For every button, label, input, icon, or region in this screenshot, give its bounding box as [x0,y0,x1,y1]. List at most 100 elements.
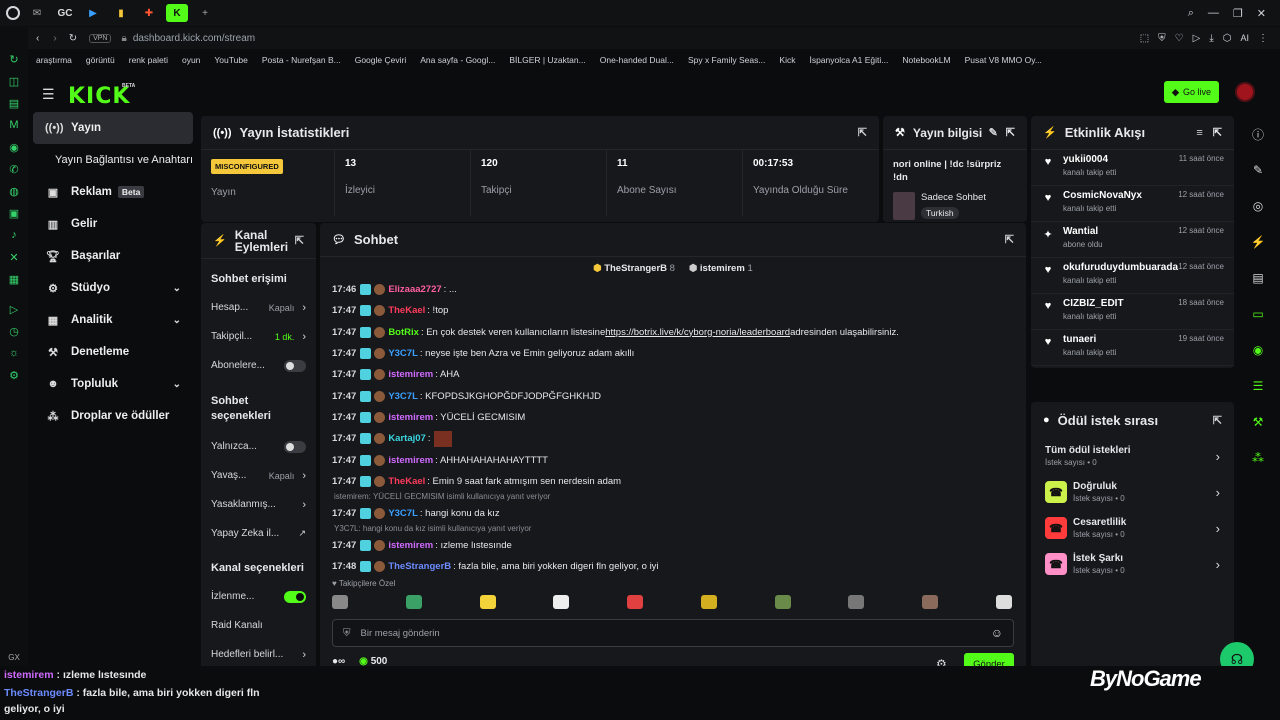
bookmark-item[interactable]: Google Çeviri [355,55,407,65]
chat-link[interactable]: https://botrix.live/k/cyborg-noria/leade… [605,327,790,338]
toggle-switch[interactable] [284,359,306,372]
tab-mail-icon[interactable]: ✉ [26,4,48,22]
chat-message[interactable]: 17:47 TheKael: Emin 9 saat fark atmışım s… [332,471,1014,492]
sidebar-x-icon[interactable]: ✕ [0,246,28,268]
bookmark-item[interactable]: NotebookLM [902,55,950,65]
activity-item[interactable]: ♥ tunaeri kanalı takip etti 19 saat önce [1031,330,1234,366]
sidebar-lightbulb-icon[interactable]: ☼ [0,342,28,364]
sidebar-instagram-icon[interactable]: ▣ [0,202,28,224]
menu-icon[interactable]: ⋮ [1258,33,1268,44]
bookmark-item[interactable]: One-handed Dual... [600,55,674,65]
wrench-icon[interactable]: ⚒ [1236,404,1280,440]
bookmark-item[interactable]: Spy x Family Seas... [688,55,765,65]
actions-row[interactable]: Abonelere... [201,351,316,380]
chat-username[interactable]: Y3C7L [388,348,418,359]
sidebar-player-icon[interactable]: ▷ [0,298,28,320]
bookmark-item[interactable]: İspanyolca A1 Eğiti... [809,55,888,65]
chat-username[interactable]: BotRix [388,327,419,338]
tab-gc[interactable]: GC [54,4,76,22]
chat-message[interactable]: 17:47 Y3C7L: neyse işte ben Azra ve Emin … [332,343,1014,364]
sidebar-refresh-icon[interactable]: ↻ [0,48,28,70]
sidebar-settings-icon[interactable]: ⚙ [0,364,28,386]
bookmark-item[interactable]: BİLGER | Uzaktan... [509,55,585,65]
chat-username[interactable]: Elizaaa2727 [388,284,441,295]
chat-message[interactable]: 17:47 BotRix: En çok destek veren kullanı… [332,322,1014,343]
emote-icon[interactable] [405,595,422,609]
top-chatter-1[interactable]: ⬢ TheStrangerB 8 [593,263,675,274]
popout-icon[interactable]: ⇱ [295,234,304,247]
popout-icon[interactable]: ⇱ [1005,233,1014,246]
edit-icon[interactable]: ✎ [989,126,998,139]
actions-row[interactable]: İzlenme... [201,582,316,611]
nav-item[interactable]: ▦ Analitik ⌄ [33,304,193,336]
sidebar-bag-icon[interactable]: ◫ [0,70,28,92]
chat-username[interactable]: istemirem [388,412,433,423]
chat-username[interactable]: Kartaj07 [388,433,426,444]
sidebar-news-icon[interactable]: ▤ [0,92,28,114]
document-icon[interactable]: ▤ [1236,260,1280,296]
emote-icon[interactable] [553,595,570,609]
restore-icon[interactable]: ❐ [1233,7,1243,20]
lightning-icon[interactable]: ⚡ [1236,224,1280,260]
chat-message[interactable]: 17:47 istemirem: ızleme lıstesınde [332,536,1014,556]
activity-item[interactable]: ♥ okufuruduydumbuarada kanalı takip etti 12… [1031,258,1234,294]
back-icon[interactable]: ‹ [36,33,39,44]
reward-item[interactable]: ☎ Cesaretlilik İstek sayısı • 0 › [1031,510,1234,546]
sidebar-history-icon[interactable]: ◷ [0,320,28,342]
popout-icon[interactable]: ⇱ [1213,126,1222,139]
activity-item[interactable]: ♥ CIZBIZ_EDIT kanalı takip etti 18 saat önc… [1031,294,1234,330]
nav-item[interactable]: ⁂ Droplar ve ödüller [33,400,193,432]
language-tag[interactable]: Turkish [921,207,959,219]
emote-icon[interactable] [995,595,1012,609]
chat-icon[interactable]: ▭ [1236,296,1280,332]
emote-icon[interactable] [922,595,939,609]
actions-row[interactable]: Takipçil... 1 dk. › [201,322,316,351]
chat-message[interactable]: 17:47 istemirem: YÜCELİ GECMISIM [332,407,1014,428]
emote-icon[interactable] [848,595,865,609]
emoji-icon[interactable]: ☺ [991,626,1003,640]
toggle-switch[interactable] [284,590,306,603]
nav-item[interactable]: ☻ Topluluk ⌄ [33,368,193,400]
category-name[interactable]: Sadece Sohbet [921,192,986,203]
ai-button[interactable]: AI [1240,33,1249,44]
bookmark-item[interactable]: Posta - Nurefşan B... [262,55,341,65]
chat-message[interactable]: 17:47 Y3C7L: KFOPDSJKGHOPĞDFJODPĞFGHKHJD [332,385,1014,406]
actions-row[interactable]: Yasaklanmış... › [201,490,316,519]
pencil-icon[interactable]: ✎ [1236,152,1280,188]
popout-icon[interactable]: ⇱ [1213,414,1222,427]
sidebar-whatsapp-icon[interactable]: ✆ [0,158,28,180]
reload-icon[interactable]: ↻ [69,33,77,44]
bookmark-item[interactable]: YouTube [214,55,247,65]
vpn-badge[interactable]: VPN [89,33,112,43]
nav-item[interactable]: ▥ Gelir [33,208,193,240]
actions-row[interactable]: Raid Kanalı [201,611,316,640]
reward-item[interactable]: Tüm ödül istekleri İstek sayısı • 0 › [1031,438,1234,474]
tab-play-icon[interactable]: ▶ [82,4,104,22]
category-thumbnail[interactable] [893,192,915,220]
close-icon[interactable]: ✕ [1257,7,1266,20]
nav-item[interactable]: 🏆︎ Başarılar [33,240,193,272]
actions-row[interactable]: Hesap... Kapalı › [201,293,316,322]
chat-input[interactable]: ⛨ Bir mesaj gönderin ☺ [332,619,1014,647]
download-icon[interactable]: ⤓ [1209,33,1213,44]
emote-icon[interactable] [332,595,348,609]
toggle-switch[interactable] [284,440,306,453]
actions-row[interactable]: Yapay Zeka il... ↗ [201,519,316,548]
filter-icon[interactable]: ≡ [1196,127,1202,139]
bookmark-item[interactable]: araştırma [36,55,72,65]
chat-message[interactable]: 17:47 TheKael: !top [332,300,1014,321]
heart-icon[interactable]: ♡ [1175,33,1184,44]
chat-username[interactable]: istemirem [388,540,433,551]
chat-message[interactable]: 17:47 Kartaj07: [332,428,1014,449]
nav-item[interactable]: ⚙ Stüdyo ⌄ [33,272,193,304]
nav-item[interactable]: ⚒ Denetleme [33,336,193,368]
reward-item[interactable]: ☎ Doğruluk İstek sayısı • 0 › [1031,474,1234,510]
search-icon[interactable]: ⌕ [1188,7,1194,20]
chat-username[interactable]: istemirem [388,369,433,380]
forward-icon[interactable]: › [53,33,56,44]
activity-item[interactable]: ♥ yukii0004 kanalı takip etti 11 saat önce [1031,150,1234,186]
bookmark-item[interactable]: oyun [182,55,200,65]
camera-icon[interactable]: ◎ [1236,188,1280,224]
hamburger-menu-icon[interactable]: ☰ [42,86,55,103]
nav-item[interactable]: ▣ Reklam Beta [33,176,193,208]
